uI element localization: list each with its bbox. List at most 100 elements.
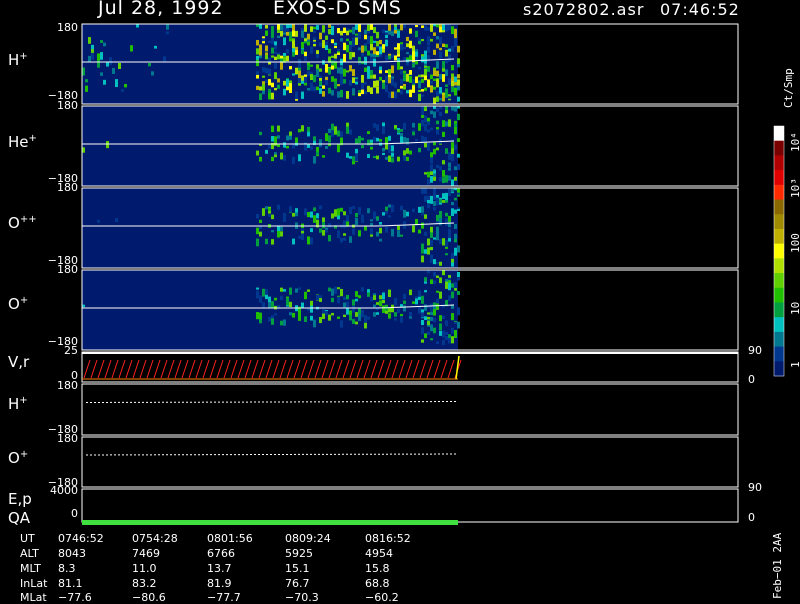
spectrogram-cell: [427, 203, 430, 209]
spectrogram-cell: [256, 24, 259, 27]
spectrogram-cell: [448, 175, 451, 181]
spectrogram-cell: [454, 87, 457, 96]
spectrogram-cell: [364, 29, 367, 35]
spectrogram-cell: [355, 78, 358, 82]
spectrogram-cell: [445, 192, 448, 201]
spectrogram-cell: [106, 61, 109, 67]
spectrogram-cell: [289, 31, 292, 37]
line-panel-label-o-plus: O+: [8, 449, 29, 467]
spectrogram-cell: [397, 230, 400, 238]
ephemeris-row-name: InLat: [20, 577, 48, 590]
spectrogram-cell: [421, 78, 424, 83]
spectrogram-cell: [436, 96, 439, 102]
spectrogram-cell: [271, 40, 274, 44]
spectrogram-cell: [316, 219, 319, 223]
ephemeris-cell: 76.7: [285, 577, 310, 590]
spectrogram-cell: [256, 214, 259, 219]
spectrogram-cell: [388, 204, 391, 208]
spectrogram-cell: [433, 97, 436, 104]
spectrogram-cell: [307, 289, 310, 292]
spectrogram-cell: [292, 144, 295, 149]
spectrogram-cell: [370, 69, 373, 76]
spectrogram-cell: [412, 131, 415, 136]
ephemeris-row-name: MLat: [20, 591, 47, 604]
spectrogram-cell: [358, 135, 361, 144]
spectrogram-cell: [454, 330, 457, 338]
spectrogram-cell: [403, 150, 406, 156]
spectrogram-cell: [424, 214, 427, 219]
spectrogram-cell: [310, 64, 313, 67]
spectrogram-cell: [379, 300, 382, 307]
spectrogram-cell: [298, 83, 301, 86]
spectrogram-cell: [292, 238, 295, 245]
spectrogram-cell: [340, 66, 343, 75]
spectrogram-cell: [292, 156, 295, 165]
spectrogram-cell: [421, 188, 424, 194]
spectrogram-cell: [274, 154, 277, 158]
spectrogram-cell: [442, 60, 445, 69]
spectrogram-cell: [448, 337, 451, 344]
spectrogram-cell: [424, 87, 427, 91]
spectrogram-cell: [328, 287, 331, 292]
spectrogram-cell: [418, 229, 421, 234]
spectrogram-cell: [388, 91, 391, 98]
spectrogram-cell: [325, 45, 328, 50]
spectrogram-cell: [385, 226, 388, 233]
spectrogram-cell: [355, 24, 358, 30]
spectrogram-cell: [313, 156, 316, 164]
spectrogram-cell: [451, 208, 454, 216]
spectrogram-cell: [349, 68, 352, 72]
spectrogram-cell: [331, 27, 334, 36]
spectrogram-cell: [271, 92, 274, 100]
vr-red-stroke: [405, 359, 413, 379]
spectrogram-cell: [391, 54, 394, 59]
spectrogram-cell: [340, 30, 343, 36]
vr-red-stroke: [111, 359, 119, 379]
spectrogram-cell: [358, 47, 361, 51]
spectrogram-cell: [331, 288, 334, 296]
spectrogram-cell: [382, 152, 385, 156]
ephemeris-cell: 15.8: [365, 562, 390, 575]
spectrogram-cell: [364, 56, 367, 65]
spectrogram-cell: [337, 48, 340, 52]
spectrogram-cell: [439, 315, 442, 322]
spectrogram-cell: [325, 229, 328, 233]
spectrogram-cell: [400, 129, 403, 132]
colorbar-segment: [774, 184, 784, 201]
spectrogram-cell: [451, 179, 454, 186]
spectrogram-cell: [409, 28, 412, 34]
spectrogram-cell: [430, 195, 433, 204]
spectrogram-cell: [439, 73, 442, 80]
spectrogram-cell: [397, 225, 400, 230]
vr-red-stroke: [167, 359, 175, 379]
spectrogram-cell: [322, 85, 325, 89]
spectrogram-cell: [358, 56, 361, 61]
spectrogram-cell: [442, 94, 445, 102]
spectrogram-cell: [421, 25, 424, 28]
spectrogram-cell: [427, 331, 430, 336]
spectrogram-cell: [418, 306, 421, 314]
spectrogram-cell: [283, 154, 286, 161]
spectrogram-cell: [442, 200, 445, 203]
spectrogram-cell: [115, 218, 118, 222]
spectrogram-cell: [433, 259, 436, 265]
spectrogram-cell: [403, 74, 406, 82]
spectrogram-cell: [274, 51, 277, 54]
spectrogram-cell: [313, 215, 316, 223]
spectrogram-cell: [400, 90, 403, 95]
spectrogram-cell: [454, 282, 457, 289]
spectrogram-cell: [397, 89, 400, 93]
spectrogram-cell: [436, 197, 439, 206]
spectrogram-cell: [451, 283, 454, 288]
spectrogram-cell: [457, 86, 460, 91]
spectrogram-cell: [313, 136, 316, 141]
spectrogram-cell: [322, 25, 325, 33]
spectrogram-cell: [280, 152, 283, 160]
spectrogram-cell: [355, 213, 358, 218]
spectrogram-cell: [256, 71, 259, 75]
tick-ep-top: 4000: [50, 484, 78, 497]
spectrogram-cell: [448, 54, 451, 62]
spectrogram-cell: [445, 331, 448, 336]
spectrogram-cell: [430, 110, 433, 115]
spectrogram-cell: [337, 316, 340, 319]
